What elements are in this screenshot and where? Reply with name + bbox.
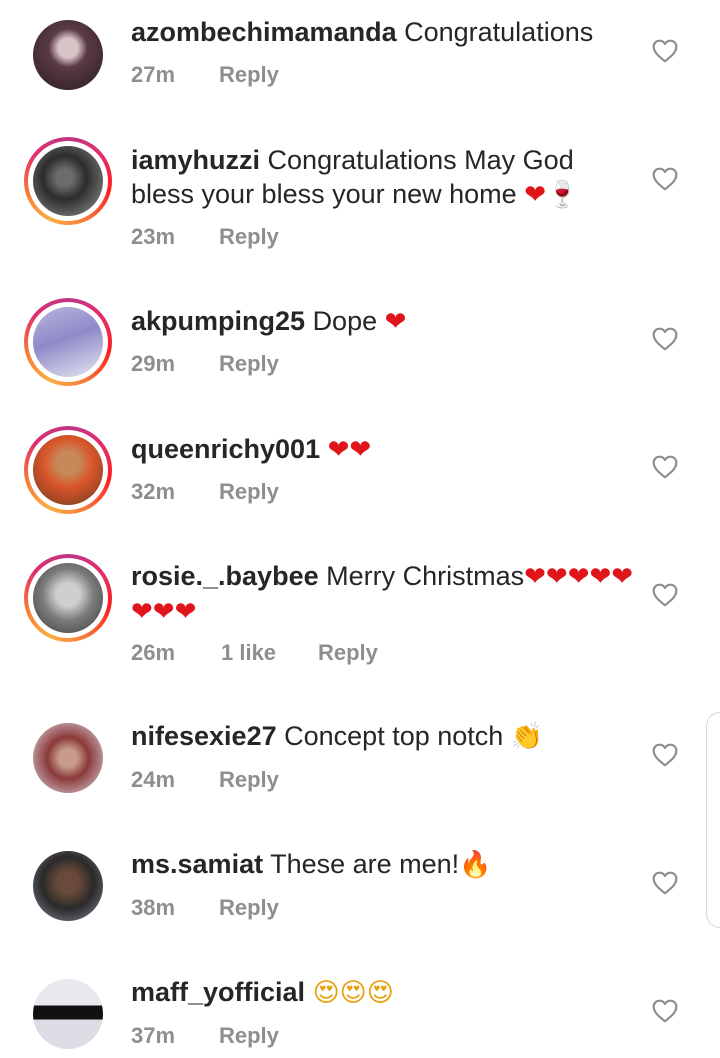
- avatar[interactable]: [24, 298, 112, 386]
- comment-username[interactable]: akpumping25: [131, 306, 305, 336]
- avatar[interactable]: [24, 714, 112, 802]
- comment-body: Dope: [312, 306, 378, 336]
- comment-time: 38m: [131, 895, 176, 920]
- comment-time: 24m: [131, 767, 176, 792]
- comment-username[interactable]: nifesexie27: [131, 721, 277, 751]
- comment-meta: 24m Reply: [131, 767, 279, 793]
- comment-body: These are men!: [270, 849, 460, 879]
- like-count[interactable]: 1 like: [221, 640, 318, 666]
- reply-button[interactable]: Reply: [219, 351, 279, 377]
- comment-username[interactable]: queenrichy001: [131, 434, 320, 464]
- comment-meta: 26m 1 like Reply: [131, 640, 378, 666]
- comment-body: Congratulations: [404, 17, 594, 47]
- comment-username[interactable]: maff_yofficial: [131, 977, 305, 1007]
- reply-button[interactable]: Reply: [219, 224, 279, 250]
- scroll-handle[interactable]: [706, 712, 720, 928]
- comment-username[interactable]: azombechimamanda: [131, 17, 397, 47]
- comment-meta: 29m Reply: [131, 351, 279, 377]
- comment-text: ms.samiat These are men!🔥: [131, 847, 641, 882]
- comment-meta: 32m Reply: [131, 479, 279, 505]
- avatar[interactable]: [24, 426, 112, 514]
- comment-username[interactable]: rosie._.baybee: [131, 561, 319, 591]
- reply-button[interactable]: Reply: [219, 895, 279, 921]
- comment-meta: 23m Reply: [131, 224, 279, 250]
- avatar[interactable]: [24, 842, 112, 930]
- comment-emoji: 😍😍😍: [312, 978, 394, 1008]
- avatar[interactable]: [24, 554, 112, 642]
- comment-emoji: ❤❤: [327, 435, 372, 465]
- comment-username[interactable]: ms.samiat: [131, 849, 263, 879]
- avatar[interactable]: [24, 137, 112, 225]
- like-heart-icon[interactable]: [652, 39, 678, 63]
- comment-text: queenrichy001 ❤❤: [131, 432, 641, 467]
- comment-meta: 38m Reply: [131, 895, 279, 921]
- comment-meta: 37m Reply: [131, 1023, 279, 1049]
- comment-text: azombechimamanda Congratulations: [131, 15, 641, 49]
- comment-time: 37m: [131, 1023, 176, 1048]
- avatar[interactable]: [24, 970, 112, 1058]
- comment-time: 29m: [131, 351, 176, 376]
- comment-time: 23m: [131, 224, 176, 249]
- comment-body: Merry Christmas: [326, 561, 525, 591]
- comment-text: nifesexie27 Concept top notch 👏: [131, 719, 641, 754]
- like-heart-icon[interactable]: [652, 583, 678, 607]
- comment-time: 32m: [131, 479, 176, 504]
- reply-button[interactable]: Reply: [219, 767, 279, 793]
- like-heart-icon[interactable]: [652, 167, 678, 191]
- comment-time: 26m: [131, 640, 176, 665]
- comment-meta: 27m Reply: [131, 62, 279, 88]
- comment-emoji: ❤: [384, 307, 407, 337]
- reply-button[interactable]: Reply: [219, 1023, 279, 1049]
- reply-button[interactable]: Reply: [219, 479, 279, 505]
- comment-text: iamyhuzzi Congratulations May God bless …: [131, 143, 641, 212]
- comment-time: 27m: [131, 62, 176, 87]
- reply-button[interactable]: Reply: [318, 640, 378, 666]
- avatar[interactable]: [24, 11, 112, 99]
- comment-text: rosie._.baybee Merry Christmas❤❤❤❤❤❤❤❤: [131, 559, 641, 629]
- like-heart-icon[interactable]: [652, 999, 678, 1023]
- comment-username[interactable]: iamyhuzzi: [131, 145, 260, 175]
- comment-emoji: 🔥: [459, 850, 492, 880]
- like-heart-icon[interactable]: [652, 743, 678, 767]
- comment-text: akpumping25 Dope ❤: [131, 304, 641, 339]
- comment-emoji: ❤🍷: [524, 180, 579, 210]
- comment-body: Concept top notch: [284, 721, 504, 751]
- like-heart-icon[interactable]: [652, 871, 678, 895]
- like-heart-icon[interactable]: [652, 455, 678, 479]
- comment-emoji: 👏: [510, 722, 544, 752]
- comment-text: maff_yofficial 😍😍😍: [131, 975, 641, 1010]
- reply-button[interactable]: Reply: [219, 62, 279, 88]
- like-heart-icon[interactable]: [652, 327, 678, 351]
